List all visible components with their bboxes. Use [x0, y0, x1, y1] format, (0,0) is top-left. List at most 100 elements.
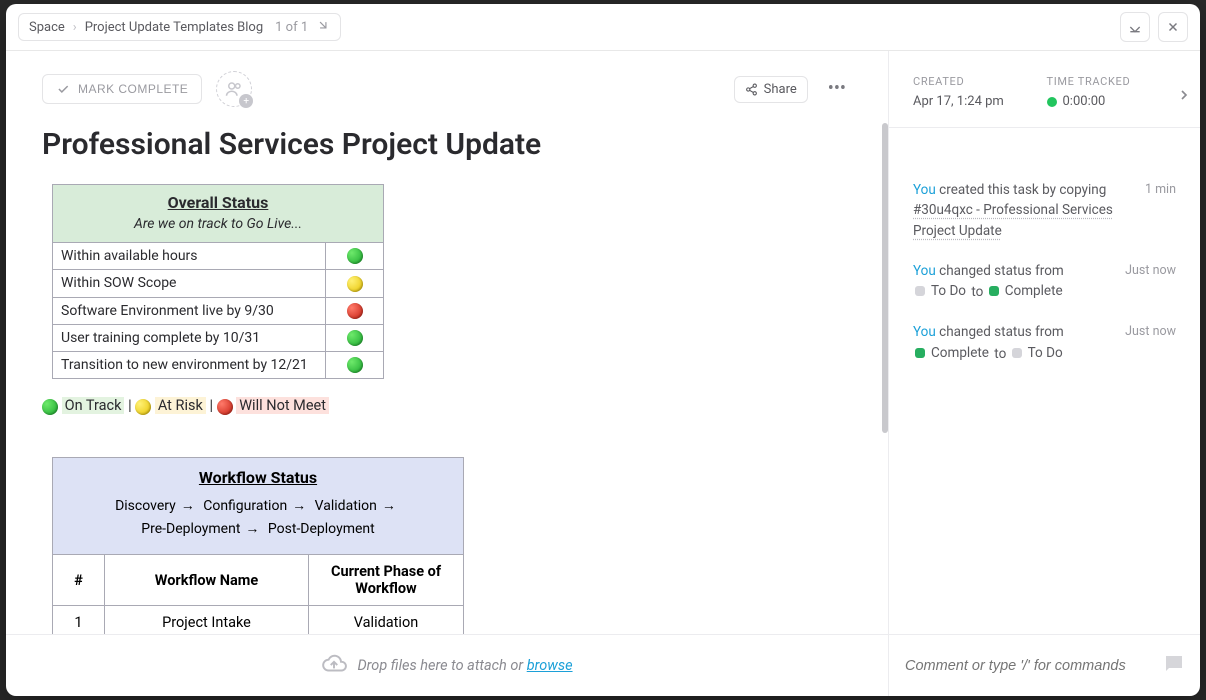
- expand-icon[interactable]: [316, 18, 330, 36]
- share-button[interactable]: Share: [734, 76, 808, 103]
- activity-feed: You created this task by copying #30u4qx…: [889, 128, 1200, 634]
- legend-dot-red: [217, 399, 233, 415]
- workflow-status-table: Workflow Status Discovery→ Configuration…: [52, 457, 464, 634]
- workflow-step: Validation: [315, 498, 377, 514]
- sidebar: CREATED Apr 17, 1:24 pm TIME TRACKED 0:0…: [888, 51, 1200, 634]
- comment-box: [888, 635, 1200, 696]
- workflow-columns-row: # Workflow Name Current Phase of Workflo…: [53, 555, 464, 606]
- status-label: Within available hours: [53, 243, 326, 270]
- status-label: Transition to new environment by 12/21: [53, 352, 326, 379]
- attachments-dropzone[interactable]: Drop files here to attach or browse: [6, 635, 888, 696]
- legend-separator: |: [128, 397, 135, 414]
- status-chip-to: To Do: [1012, 343, 1063, 363]
- workflow-col-name: Workflow Name: [105, 555, 309, 606]
- assignees-add[interactable]: +: [216, 71, 252, 107]
- task-toolbar: MARK COMPLETE + Share •••: [6, 51, 888, 123]
- plus-icon: +: [239, 94, 253, 108]
- activity-link[interactable]: #30u4qxc - Professional Services Project…: [913, 202, 1113, 238]
- status-dot-green: [347, 248, 363, 264]
- main-column: MARK COMPLETE + Share ••• Professional S…: [6, 51, 888, 634]
- overall-status-subheading: Are we on track to Go Live...: [63, 216, 373, 232]
- activity-prefix: changed status from: [936, 324, 1064, 340]
- activity-item: You changed status from Complete to To D…: [913, 322, 1176, 364]
- status-chip-from: To Do: [915, 281, 966, 301]
- status-indicator-cell: [326, 352, 384, 379]
- status-to-label: To Do: [1028, 343, 1063, 363]
- chevron-right-icon: ›: [73, 20, 77, 35]
- status-square-icon: [989, 286, 999, 296]
- breadcrumb-root[interactable]: Space: [29, 20, 65, 35]
- breadcrumb-page[interactable]: Project Update Templates Blog: [85, 20, 263, 35]
- workflow-col-num: #: [53, 555, 105, 606]
- status-dot-red: [347, 303, 363, 319]
- status-indicator-cell: [326, 297, 384, 324]
- status-label: Within SOW Scope: [53, 270, 326, 297]
- legend-on-track: On Track: [62, 397, 125, 414]
- overall-status-table: Overall Status Are we on track to Go Liv…: [52, 184, 384, 379]
- minimize-button[interactable]: [1120, 12, 1150, 42]
- overall-status-heading: Overall Status: [63, 193, 373, 212]
- time-tracked-block: TIME TRACKED 0:00:00: [1047, 75, 1181, 109]
- cloud-upload-icon: [321, 651, 347, 681]
- activity-text: You changed status from To Do to Complet…: [913, 261, 1115, 303]
- status-square-icon: [1012, 348, 1022, 358]
- status-chip-to: Complete: [989, 281, 1063, 301]
- activity-item: You changed status from To Do to Complet…: [913, 261, 1176, 303]
- task-title[interactable]: Professional Services Project Update: [42, 127, 852, 162]
- play-icon[interactable]: [1047, 97, 1057, 107]
- time-tracked-text: 0:00:00: [1063, 94, 1106, 109]
- created-value: Apr 17, 1:24 pm: [913, 94, 1047, 109]
- topbar-actions: [1120, 12, 1188, 42]
- created-label: CREATED: [913, 75, 1047, 88]
- status-chip-from: Complete: [915, 343, 989, 363]
- comment-icon[interactable]: [1162, 652, 1186, 680]
- legend-dot-yellow: [135, 399, 151, 415]
- mark-complete-button[interactable]: MARK COMPLETE: [42, 74, 202, 104]
- activity-time: 1 min: [1145, 180, 1176, 197]
- created-block: CREATED Apr 17, 1:24 pm: [913, 75, 1047, 109]
- status-square-icon: [915, 348, 925, 358]
- mark-complete-label: MARK COMPLETE: [78, 82, 188, 96]
- modal-body: MARK COMPLETE + Share ••• Professional S…: [6, 51, 1200, 634]
- status-dot-green: [347, 357, 363, 373]
- breadcrumb[interactable]: Space › Project Update Templates Blog 1 …: [18, 13, 341, 41]
- more-menu-button[interactable]: •••: [822, 74, 852, 104]
- status-to-label: Complete: [1005, 281, 1063, 301]
- activity-you: You: [913, 263, 936, 279]
- footer: Drop files here to attach or browse: [6, 634, 1200, 696]
- status-from-label: To Do: [931, 281, 966, 301]
- close-button[interactable]: [1158, 12, 1188, 42]
- activity-item: You created this task by copying #30u4qx…: [913, 180, 1176, 241]
- status-row: Transition to new environment by 12/21: [53, 352, 384, 379]
- activity-text: You created this task by copying #30u4qx…: [913, 180, 1135, 241]
- collapse-sidebar-button[interactable]: [1176, 87, 1192, 107]
- legend-separator: |: [209, 397, 216, 414]
- sidebar-meta: CREATED Apr 17, 1:24 pm TIME TRACKED 0:0…: [889, 51, 1200, 128]
- activity-time: Just now: [1125, 261, 1176, 278]
- legend-dot-green: [42, 399, 58, 415]
- activity-time: Just now: [1125, 322, 1176, 339]
- share-label: Share: [764, 82, 797, 97]
- overall-status-header: Overall Status Are we on track to Go Liv…: [53, 185, 384, 243]
- activity-to-word: to: [971, 284, 983, 300]
- workflow-step: Configuration: [203, 498, 287, 514]
- legend-will-not-meet: Will Not Meet: [236, 397, 329, 414]
- content-scroll[interactable]: Professional Services Project Update Ove…: [6, 123, 888, 634]
- status-indicator-cell: [326, 324, 384, 351]
- browse-link[interactable]: browse: [527, 657, 573, 674]
- workflow-heading: Workflow Status: [63, 468, 453, 487]
- status-legend: On Track | At Risk | Will Not Meet: [42, 397, 852, 414]
- workflow-cell-phase: Validation: [309, 606, 464, 634]
- status-dot-yellow: [347, 276, 363, 292]
- arrow-right-icon: →: [292, 498, 306, 514]
- activity-to-word: to: [994, 346, 1006, 362]
- comment-input[interactable]: [903, 657, 1152, 675]
- status-label: User training complete by 10/31: [53, 324, 326, 351]
- time-tracked-label: TIME TRACKED: [1047, 75, 1181, 88]
- time-tracked-value[interactable]: 0:00:00: [1047, 94, 1181, 109]
- workflow-row: 1 Project Intake Validation: [53, 606, 464, 634]
- activity-you: You: [913, 324, 936, 340]
- status-row: Within available hours: [53, 243, 384, 270]
- status-row: User training complete by 10/31: [53, 324, 384, 351]
- status-label: Software Environment live by 9/30: [53, 297, 326, 324]
